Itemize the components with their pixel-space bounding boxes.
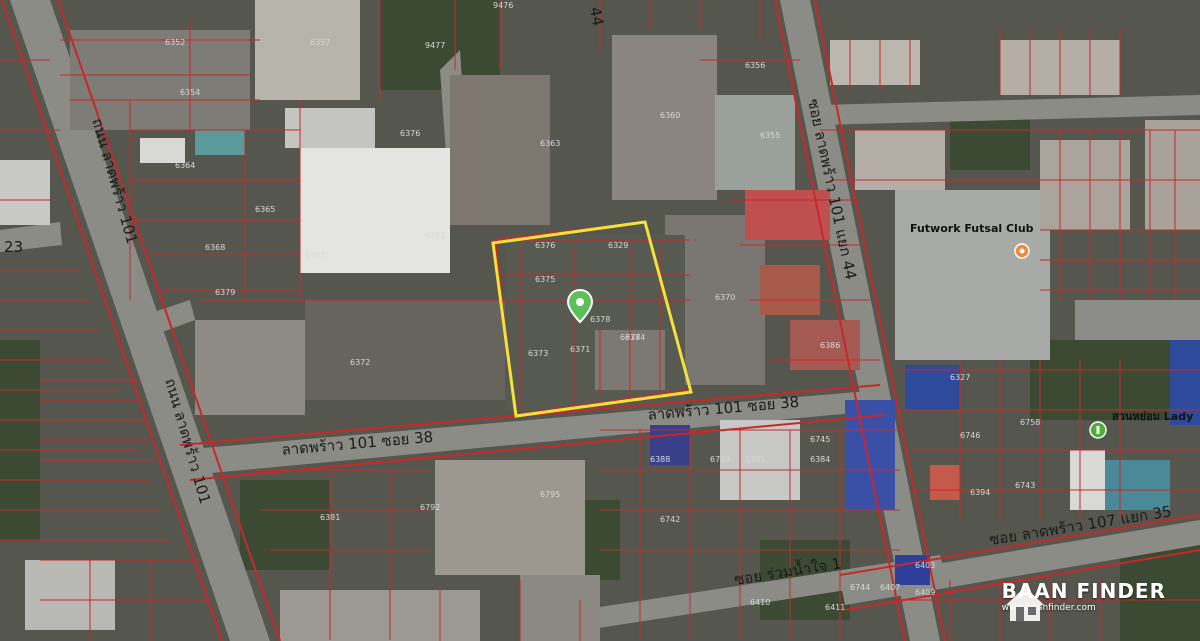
parcel-number: 6374 — [625, 333, 645, 342]
baan-finder-logo-icon — [1005, 587, 1044, 621]
park-poi-icon[interactable] — [1089, 421, 1107, 439]
parcel-number: 6371 — [570, 345, 590, 354]
parcel-number: 6744 — [850, 583, 870, 592]
parcel-number: 6365 — [255, 205, 275, 214]
parcel-number: 6356 — [745, 61, 765, 70]
parcel-number: 6385 — [745, 455, 765, 464]
parcel-number: 6407 — [880, 583, 900, 592]
futsal-poi-icon[interactable] — [1014, 243, 1030, 259]
parcel-number: 6373 — [528, 349, 548, 358]
parcel-number: 6379 — [215, 288, 235, 297]
parcel-number: 6386 — [820, 341, 840, 350]
parcel-number: 6795 — [540, 490, 560, 499]
parcel-number: 6357 — [310, 38, 330, 47]
parcel-number: 6355 — [760, 131, 780, 140]
parcel-number: 6403 — [915, 561, 935, 570]
poi-label-futwork: Futwork Futsal Club — [910, 222, 1034, 235]
parcel-number: 6746 — [960, 431, 980, 440]
parcel-number: 6370 — [715, 293, 735, 302]
parcel-number: 6742 — [660, 515, 680, 524]
parcel-number: 9477 — [425, 41, 445, 50]
parcel-number: 6394 — [970, 488, 990, 497]
parcel-number: 6378 — [590, 315, 610, 324]
parcel-number: 6327 — [950, 373, 970, 382]
parcel-number: 6388 — [650, 455, 670, 464]
parcel-number: 6793 — [710, 455, 730, 464]
map-canvas: ถนน ลาดพร้าว 101 ถนน ลาดพร้าว 101 ลาดพร้… — [0, 0, 1200, 641]
parcel-number: 6375 — [535, 275, 555, 284]
parcel-number: 6372 — [350, 358, 370, 367]
satellite-map[interactable]: ถนน ลาดพร้าว 101 ถนน ลาดพร้าว 101 ลาดพร้… — [0, 0, 1200, 641]
road-label-44: 44 — [586, 6, 607, 28]
parcel-number: 6411 — [825, 603, 845, 612]
parcel-number: 9476 — [493, 1, 513, 10]
parcel-number: 6329 — [608, 241, 628, 250]
parcel-number: 6743 — [1015, 481, 1035, 490]
parcel-number: 6384 — [810, 455, 830, 464]
parcel-number: 6363 — [540, 139, 560, 148]
brand-watermark: BAAN FINDER www.baanfinder.com — [1002, 579, 1166, 621]
parcel-number: 6352 — [165, 38, 185, 47]
parcel-number: 6792 — [420, 503, 440, 512]
parcel-number: 6360 — [660, 111, 680, 120]
road-label-23: 23 — [4, 238, 23, 256]
parcel-number: 6364 — [175, 161, 195, 170]
parcel-number: 6409 — [915, 588, 935, 597]
parcel-number: 6368 — [205, 243, 225, 252]
parcel-number: 6354 — [180, 88, 200, 97]
parcel-number: 6410 — [750, 598, 770, 607]
parcel-number: 6376 — [400, 129, 420, 138]
poi-label-lady-park: สวนหย่อม Lady — [1112, 410, 1193, 423]
parcel-number: 6376 — [535, 241, 555, 250]
parcel-number: 6758 — [1020, 418, 1040, 427]
parcel-number: 6362 — [425, 231, 445, 240]
parcel-number: 6381 — [320, 513, 340, 522]
parcel-number: 6367 — [305, 251, 325, 260]
parcel-number: 6745 — [810, 435, 830, 444]
